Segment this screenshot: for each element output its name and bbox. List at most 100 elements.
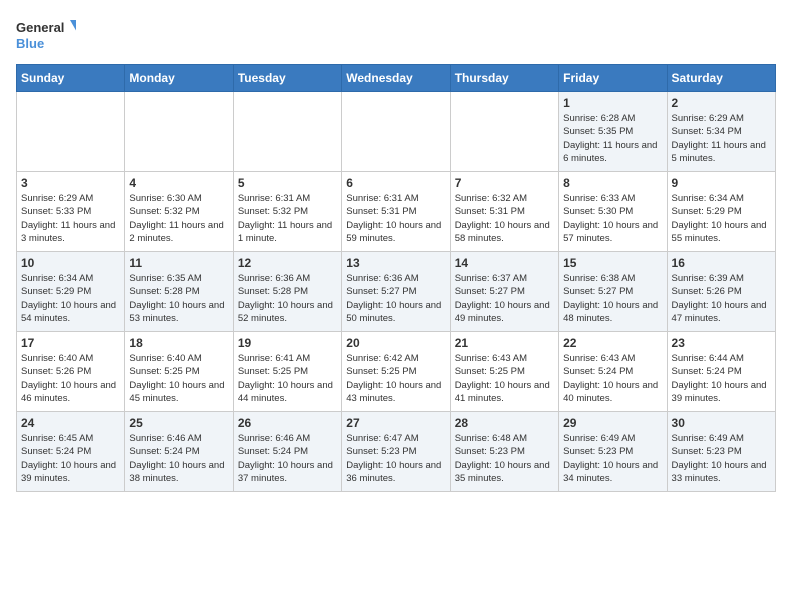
day-number: 30 xyxy=(672,416,771,430)
day-number: 1 xyxy=(563,96,662,110)
svg-text:General: General xyxy=(16,20,64,35)
day-info: Sunrise: 6:43 AM Sunset: 5:24 PM Dayligh… xyxy=(563,352,662,405)
day-info: Sunrise: 6:28 AM Sunset: 5:35 PM Dayligh… xyxy=(563,112,662,165)
day-info: Sunrise: 6:42 AM Sunset: 5:25 PM Dayligh… xyxy=(346,352,445,405)
day-info: Sunrise: 6:49 AM Sunset: 5:23 PM Dayligh… xyxy=(672,432,771,485)
weekday-header: Wednesday xyxy=(342,65,450,92)
day-number: 10 xyxy=(21,256,120,270)
day-info: Sunrise: 6:44 AM Sunset: 5:24 PM Dayligh… xyxy=(672,352,771,405)
calendar-cell: 24 Sunrise: 6:45 AM Sunset: 5:24 PM Dayli… xyxy=(17,412,125,492)
weekday-header: Friday xyxy=(559,65,667,92)
day-info: Sunrise: 6:40 AM Sunset: 5:26 PM Dayligh… xyxy=(21,352,120,405)
calendar-cell: 5Sunrise: 6:31 AM Sunset: 5:32 PM Daylig… xyxy=(233,172,341,252)
calendar-cell: 14 Sunrise: 6:37 AM Sunset: 5:27 PM Dayli… xyxy=(450,252,558,332)
day-info: Sunrise: 6:31 AM Sunset: 5:32 PM Dayligh… xyxy=(238,192,337,245)
calendar-week-row: 1 Sunrise: 6:28 AM Sunset: 5:35 PM Daylig… xyxy=(17,92,776,172)
day-number: 24 xyxy=(21,416,120,430)
day-info: Sunrise: 6:37 AM Sunset: 5:27 PM Dayligh… xyxy=(455,272,554,325)
calendar-cell: 9 Sunrise: 6:34 AM Sunset: 5:29 PM Daylig… xyxy=(667,172,775,252)
day-number: 4 xyxy=(129,176,228,190)
calendar-cell: 15Sunrise: 6:38 AM Sunset: 5:27 PM Dayli… xyxy=(559,252,667,332)
day-number: 8 xyxy=(563,176,662,190)
weekday-header: Thursday xyxy=(450,65,558,92)
calendar-cell: 1 Sunrise: 6:28 AM Sunset: 5:35 PM Daylig… xyxy=(559,92,667,172)
day-info: Sunrise: 6:49 AM Sunset: 5:23 PM Dayligh… xyxy=(563,432,662,485)
calendar-cell: 17 Sunrise: 6:40 AM Sunset: 5:26 PM Dayli… xyxy=(17,332,125,412)
calendar-cell: 11Sunrise: 6:35 AM Sunset: 5:28 PM Dayli… xyxy=(125,252,233,332)
day-info: Sunrise: 6:45 AM Sunset: 5:24 PM Dayligh… xyxy=(21,432,120,485)
day-info: Sunrise: 6:36 AM Sunset: 5:27 PM Dayligh… xyxy=(346,272,445,325)
day-number: 23 xyxy=(672,336,771,350)
day-info: Sunrise: 6:41 AM Sunset: 5:25 PM Dayligh… xyxy=(238,352,337,405)
day-info: Sunrise: 6:43 AM Sunset: 5:25 PM Dayligh… xyxy=(455,352,554,405)
day-info: Sunrise: 6:31 AM Sunset: 5:31 PM Dayligh… xyxy=(346,192,445,245)
logo: General Blue xyxy=(16,16,76,56)
calendar-cell: 3 Sunrise: 6:29 AM Sunset: 5:33 PM Daylig… xyxy=(17,172,125,252)
calendar-cell: 26Sunrise: 6:46 AM Sunset: 5:24 PM Dayli… xyxy=(233,412,341,492)
calendar-cell xyxy=(233,92,341,172)
day-info: Sunrise: 6:48 AM Sunset: 5:23 PM Dayligh… xyxy=(455,432,554,485)
day-info: Sunrise: 6:29 AM Sunset: 5:34 PM Dayligh… xyxy=(672,112,771,165)
calendar-week-row: 10 Sunrise: 6:34 AM Sunset: 5:29 PM Dayli… xyxy=(17,252,776,332)
day-info: Sunrise: 6:40 AM Sunset: 5:25 PM Dayligh… xyxy=(129,352,228,405)
calendar-cell: 12 Sunrise: 6:36 AM Sunset: 5:28 PM Dayli… xyxy=(233,252,341,332)
day-number: 28 xyxy=(455,416,554,430)
calendar-cell: 4 Sunrise: 6:30 AM Sunset: 5:32 PM Daylig… xyxy=(125,172,233,252)
calendar-cell: 2 Sunrise: 6:29 AM Sunset: 5:34 PM Daylig… xyxy=(667,92,775,172)
day-number: 2 xyxy=(672,96,771,110)
day-info: Sunrise: 6:29 AM Sunset: 5:33 PM Dayligh… xyxy=(21,192,120,245)
day-info: Sunrise: 6:38 AM Sunset: 5:27 PM Dayligh… xyxy=(563,272,662,325)
day-info: Sunrise: 6:30 AM Sunset: 5:32 PM Dayligh… xyxy=(129,192,228,245)
day-info: Sunrise: 6:33 AM Sunset: 5:30 PM Dayligh… xyxy=(563,192,662,245)
page-header: General Blue xyxy=(16,16,776,56)
calendar-cell: 20 Sunrise: 6:42 AM Sunset: 5:25 PM Dayli… xyxy=(342,332,450,412)
day-number: 29 xyxy=(563,416,662,430)
day-info: Sunrise: 6:39 AM Sunset: 5:26 PM Dayligh… xyxy=(672,272,771,325)
day-number: 19 xyxy=(238,336,337,350)
day-number: 20 xyxy=(346,336,445,350)
day-info: Sunrise: 6:47 AM Sunset: 5:23 PM Dayligh… xyxy=(346,432,445,485)
day-number: 3 xyxy=(21,176,120,190)
calendar-cell xyxy=(342,92,450,172)
calendar-cell: 7Sunrise: 6:32 AM Sunset: 5:31 PM Daylig… xyxy=(450,172,558,252)
calendar-cell: 13Sunrise: 6:36 AM Sunset: 5:27 PM Dayli… xyxy=(342,252,450,332)
calendar-cell: 25 Sunrise: 6:46 AM Sunset: 5:24 PM Dayli… xyxy=(125,412,233,492)
calendar-cell: 22 Sunrise: 6:43 AM Sunset: 5:24 PM Dayli… xyxy=(559,332,667,412)
day-number: 18 xyxy=(129,336,228,350)
weekday-header-row: SundayMondayTuesdayWednesdayThursdayFrid… xyxy=(17,65,776,92)
calendar-cell: 29 Sunrise: 6:49 AM Sunset: 5:23 PM Dayli… xyxy=(559,412,667,492)
day-number: 22 xyxy=(563,336,662,350)
calendar-cell: 21Sunrise: 6:43 AM Sunset: 5:25 PM Dayli… xyxy=(450,332,558,412)
weekday-header: Saturday xyxy=(667,65,775,92)
calendar-cell: 23 Sunrise: 6:44 AM Sunset: 5:24 PM Dayli… xyxy=(667,332,775,412)
day-number: 9 xyxy=(672,176,771,190)
day-info: Sunrise: 6:34 AM Sunset: 5:29 PM Dayligh… xyxy=(672,192,771,245)
logo-svg: General Blue xyxy=(16,16,76,56)
calendar-cell: 16 Sunrise: 6:39 AM Sunset: 5:26 PM Dayli… xyxy=(667,252,775,332)
calendar-cell xyxy=(450,92,558,172)
calendar-cell: 28 Sunrise: 6:48 AM Sunset: 5:23 PM Dayli… xyxy=(450,412,558,492)
calendar-cell: 10 Sunrise: 6:34 AM Sunset: 5:29 PM Dayli… xyxy=(17,252,125,332)
day-info: Sunrise: 6:46 AM Sunset: 5:24 PM Dayligh… xyxy=(129,432,228,485)
day-info: Sunrise: 6:34 AM Sunset: 5:29 PM Dayligh… xyxy=(21,272,120,325)
day-number: 7 xyxy=(455,176,554,190)
weekday-header: Monday xyxy=(125,65,233,92)
weekday-header: Tuesday xyxy=(233,65,341,92)
calendar-cell xyxy=(17,92,125,172)
day-number: 17 xyxy=(21,336,120,350)
calendar-week-row: 3 Sunrise: 6:29 AM Sunset: 5:33 PM Daylig… xyxy=(17,172,776,252)
day-number: 16 xyxy=(672,256,771,270)
calendar-week-row: 24 Sunrise: 6:45 AM Sunset: 5:24 PM Dayli… xyxy=(17,412,776,492)
calendar-cell: 8 Sunrise: 6:33 AM Sunset: 5:30 PM Daylig… xyxy=(559,172,667,252)
day-info: Sunrise: 6:35 AM Sunset: 5:28 PM Dayligh… xyxy=(129,272,228,325)
day-number: 14 xyxy=(455,256,554,270)
day-number: 25 xyxy=(129,416,228,430)
svg-text:Blue: Blue xyxy=(16,36,44,51)
calendar-cell xyxy=(125,92,233,172)
calendar-cell: 30 Sunrise: 6:49 AM Sunset: 5:23 PM Dayli… xyxy=(667,412,775,492)
calendar-table: SundayMondayTuesdayWednesdayThursdayFrid… xyxy=(16,64,776,492)
day-number: 12 xyxy=(238,256,337,270)
calendar-cell: 18 Sunrise: 6:40 AM Sunset: 5:25 PM Dayli… xyxy=(125,332,233,412)
day-info: Sunrise: 6:36 AM Sunset: 5:28 PM Dayligh… xyxy=(238,272,337,325)
calendar-cell: 6Sunrise: 6:31 AM Sunset: 5:31 PM Daylig… xyxy=(342,172,450,252)
